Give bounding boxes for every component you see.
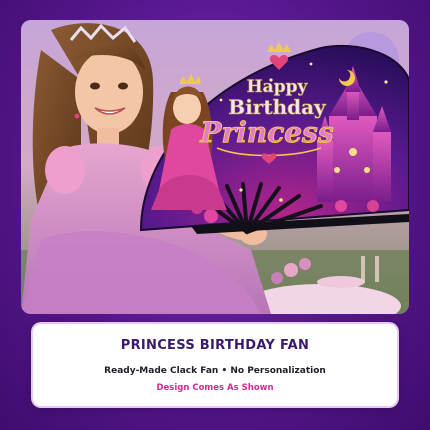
fan-text-princess: Princess	[199, 116, 333, 149]
product-photo: Happy Birthday Princess	[21, 20, 409, 314]
photo-scene: Happy Birthday Princess	[21, 20, 409, 314]
fan-text-happy: Happy	[247, 77, 309, 97]
product-subtitle: Ready-Made Clack Fan • No Personalizatio…	[104, 366, 326, 376]
product-title: PRINCESS BIRTHDAY FAN	[120, 338, 310, 353]
product-info-card: PRINCESS BIRTHDAY FAN Ready-Made Clack F…	[33, 324, 397, 406]
design-note: Design Comes As Shown	[156, 383, 274, 393]
